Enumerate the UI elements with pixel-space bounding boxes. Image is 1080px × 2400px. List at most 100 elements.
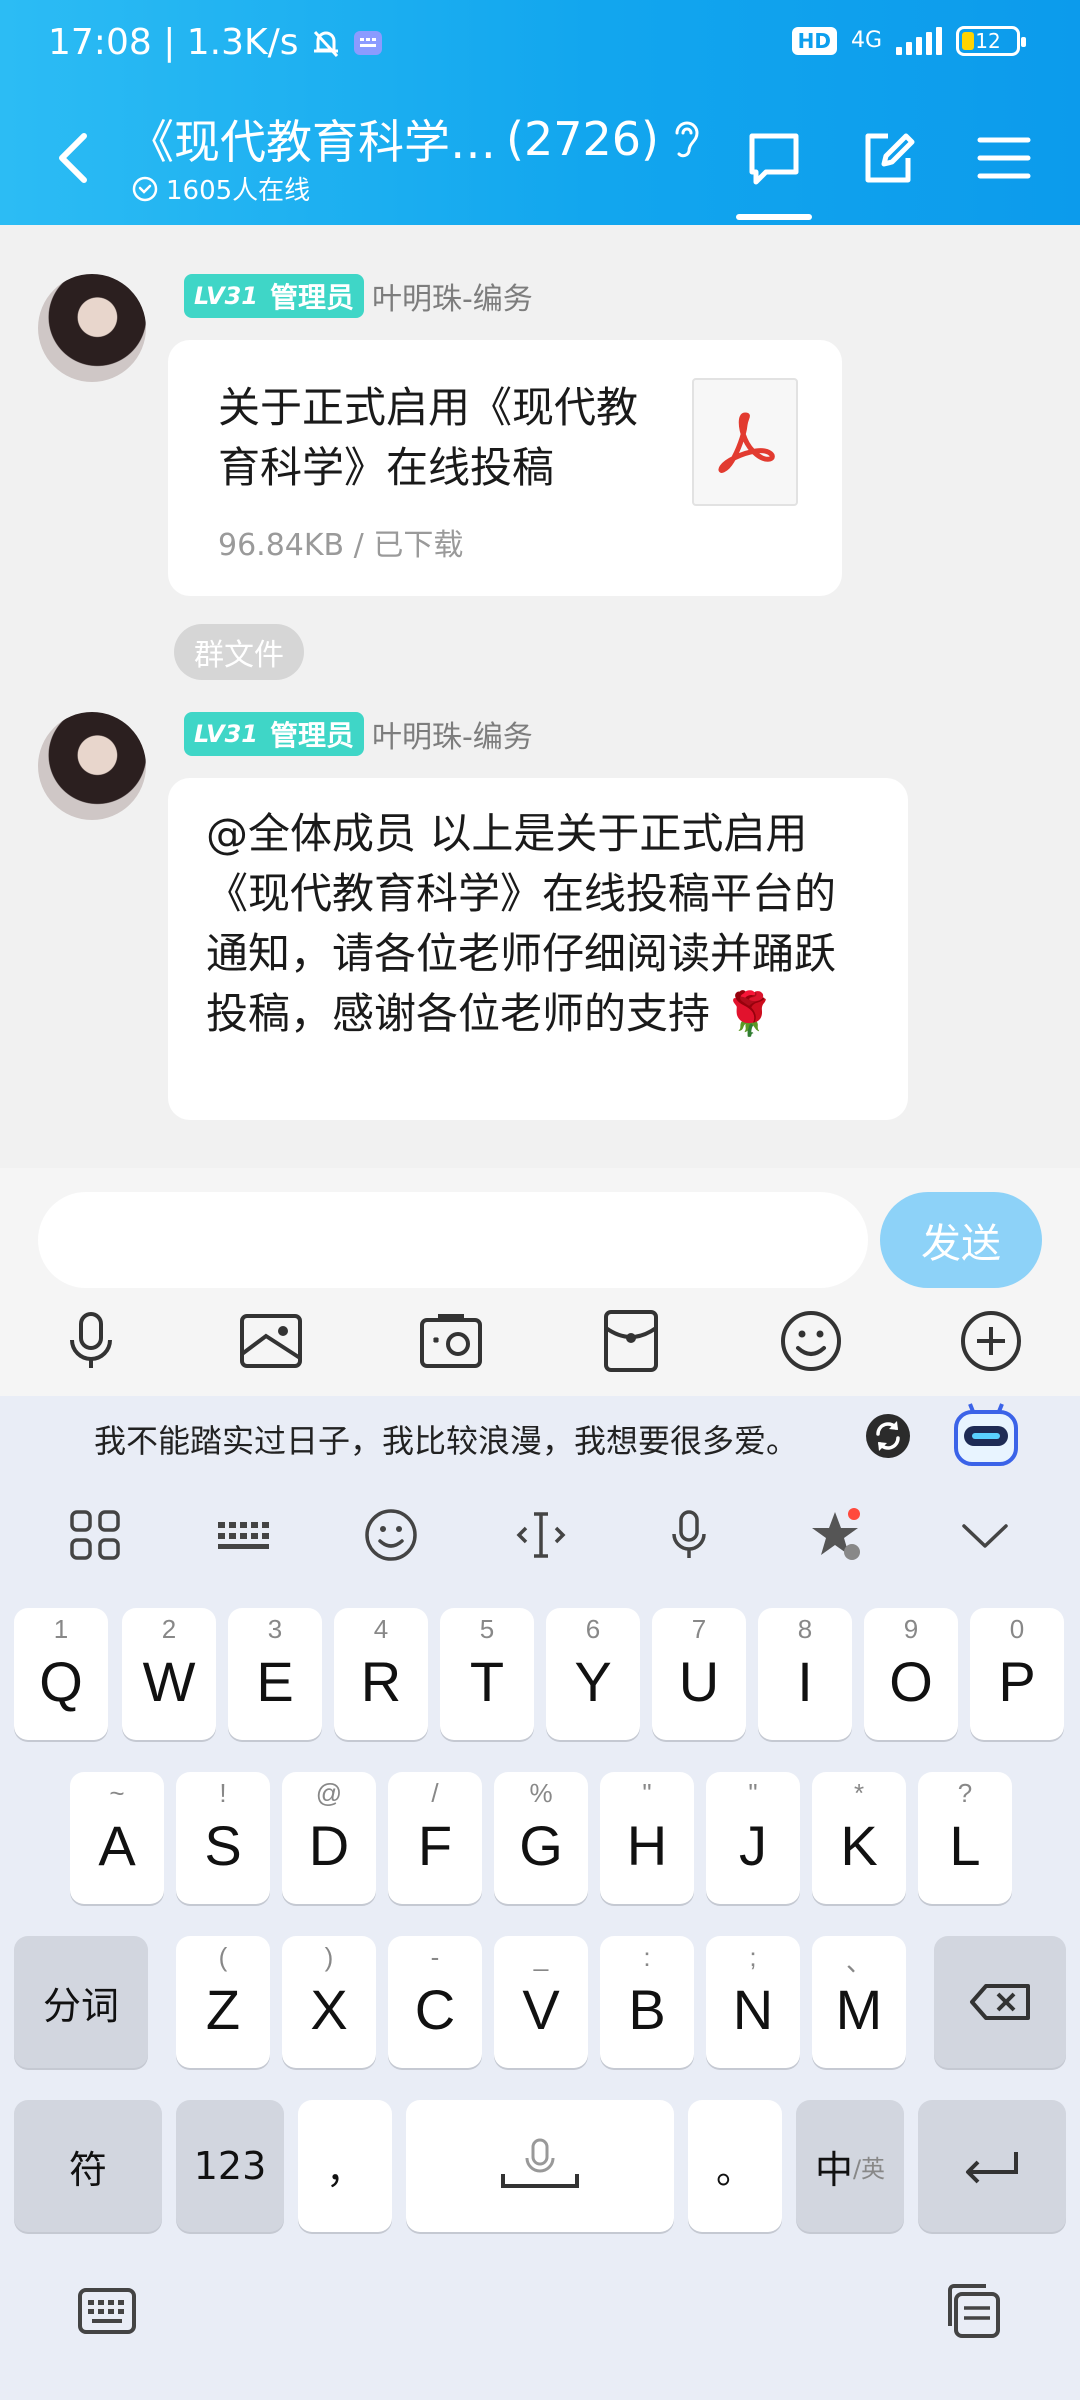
key-w[interactable]: 2W [122, 1608, 216, 1740]
key-k[interactable]: * K [812, 1772, 906, 1904]
voice-input-icon[interactable] [660, 1506, 718, 1564]
avatar[interactable] [38, 712, 146, 820]
active-tab-indicator [736, 214, 812, 220]
numbers-key[interactable]: 123 [176, 2100, 284, 2232]
key-n[interactable]: ; N [706, 1936, 800, 2068]
chat-header: 17:08 | 1.3K/s HD 4G 12 《现代教育科学… (2726) … [0, 0, 1080, 225]
key-i[interactable]: 8I [758, 1608, 852, 1740]
microphone-icon[interactable] [56, 1306, 126, 1376]
key-c[interactable]: -C [388, 1936, 482, 2068]
send-button[interactable]: 发送 [880, 1192, 1042, 1288]
enter-key[interactable] [918, 2100, 1066, 2232]
apps-grid-icon[interactable] [66, 1506, 124, 1564]
status-bar: 17:08 | 1.3K/s HD 4G 12 [0, 0, 1080, 90]
key-b[interactable]: :B [600, 1936, 694, 2068]
collapse-chevron-icon[interactable] [956, 1506, 1014, 1564]
chat-icon[interactable] [744, 128, 804, 188]
key-o[interactable]: 9O [864, 1608, 958, 1740]
star-ad-icon[interactable] [806, 1506, 864, 1564]
earpiece-icon [675, 121, 699, 158]
refresh-icon[interactable] [864, 1412, 912, 1460]
key-z[interactable]: (Z [176, 1936, 270, 2068]
space-mic-icon [501, 2138, 579, 2188]
online-status: 1605人在线 [132, 170, 310, 207]
key-s[interactable]: ! S [176, 1772, 270, 1904]
camera-icon[interactable] [416, 1306, 486, 1376]
level-label: LV31 [194, 720, 258, 748]
menu-icon[interactable] [974, 128, 1034, 188]
clipboard-icon[interactable] [942, 2280, 1004, 2342]
key-g[interactable]: % G [494, 1772, 588, 1904]
group-title[interactable]: 《现代教育科学… (2726) [128, 106, 705, 172]
message-sender: LV31 管理员 叶明珠-编务 [184, 274, 533, 318]
key-y[interactable]: 6Y [546, 1608, 640, 1740]
period-key[interactable]: 。 [688, 2100, 782, 2232]
lang-main: 中 [814, 2147, 853, 2192]
file-title: 关于正式启用《现代教育科学》在线投稿 [218, 383, 639, 492]
status-left: 17:08 | 1.3K/s [48, 22, 383, 63]
backspace-key[interactable] [934, 1936, 1066, 2068]
key-x[interactable]: ) X [282, 1936, 376, 2068]
message-input[interactable] [38, 1192, 868, 1288]
mute-bell-icon [313, 30, 338, 57]
sender-name[interactable]: 叶明珠-编务 [372, 712, 533, 756]
lang-sub: /英 [852, 2154, 886, 2183]
keyboard-suggestion[interactable]: 我不能踏实过日子，我比较浪漫，我想要很多爱。 [94, 1416, 798, 1462]
edit-icon[interactable] [858, 128, 918, 188]
keyboard-emoji-icon[interactable] [362, 1506, 420, 1564]
signal-icon [896, 27, 942, 55]
backspace-icon [970, 1984, 1030, 2020]
plus-icon[interactable] [956, 1306, 1026, 1376]
key-r[interactable]: 4R [334, 1608, 428, 1740]
key-u[interactable]: 7U [652, 1608, 746, 1740]
text-message-bubble[interactable]: @全体成员 以上是关于正式启用《现代教育科学》在线投稿平台的通知，请各位老师仔细… [168, 778, 908, 1120]
key-q[interactable]: 1Q [14, 1608, 108, 1740]
key-f[interactable]: / F [388, 1772, 482, 1904]
member-count: (2726) [506, 112, 659, 166]
comma-key[interactable]: ， [298, 2100, 392, 2232]
key-v[interactable]: _ V [494, 1936, 588, 2068]
back-icon[interactable] [52, 128, 96, 188]
input-area: 发送 [0, 1168, 1080, 1396]
acrobat-icon [718, 412, 775, 473]
pdf-file-icon [692, 378, 798, 506]
key-p[interactable]: 0P [970, 1608, 1064, 1740]
symbols-key[interactable]: 符 [14, 2100, 162, 2232]
space-key[interactable] [406, 2100, 674, 2232]
message-text: @全体成员 以上是关于正式启用《现代教育科学》在线投稿平台的通知，请各位老师仔细… [206, 804, 866, 1044]
app-notification-icon [353, 30, 382, 55]
key-l[interactable]: ? L [918, 1772, 1012, 1904]
enter-icon [966, 2152, 1018, 2184]
avatar[interactable] [38, 274, 146, 382]
hide-keyboard-icon[interactable] [76, 2280, 138, 2342]
ai-assistant-icon[interactable] [948, 1396, 1024, 1472]
emoji-icon[interactable] [776, 1306, 846, 1376]
rose-emoji: 🌹 [723, 989, 776, 1038]
key-a[interactable]: ~ A [70, 1772, 164, 1904]
key-h[interactable]: " H [600, 1772, 694, 1904]
role-label: 管理员 [269, 281, 354, 314]
role-badge: LV31 管理员 [184, 712, 364, 756]
image-icon[interactable] [236, 1306, 306, 1376]
keyboard-layout-icon[interactable] [214, 1506, 272, 1564]
group-file-tag[interactable]: 群文件 [174, 624, 304, 680]
key-j[interactable]: " J [706, 1772, 800, 1904]
key-m[interactable]: 、 M [812, 1936, 906, 2068]
role-badge: LV31 管理员 [184, 274, 364, 318]
segment-key[interactable]: 分词 [14, 1936, 148, 2068]
battery-icon: 12 [956, 26, 1026, 56]
key-e[interactable]: 3E [228, 1608, 322, 1740]
red-packet-icon[interactable] [596, 1306, 666, 1376]
keyboard: 我不能踏实过日子，我比较浪漫，我想要很多爱。 1 Q 2 W 3 E 4 R 5… [0, 1396, 1080, 2400]
group-name: 《现代教育科学… [128, 115, 496, 169]
key-t[interactable]: 5T [440, 1608, 534, 1740]
cursor-move-icon[interactable] [512, 1506, 570, 1564]
battery-level: 12 [975, 29, 1001, 53]
file-message-bubble[interactable]: 关于正式启用《现代教育科学》在线投稿 96.84KB / 已下载 [168, 340, 842, 596]
hd-badge: HD [791, 27, 837, 55]
key-d[interactable]: @ D [282, 1772, 376, 1904]
sender-name[interactable]: 叶明珠-编务 [372, 274, 533, 318]
language-switch-key[interactable]: 中/英 [796, 2100, 904, 2232]
level-label: LV31 [194, 282, 258, 310]
online-count: 1605人在线 [166, 176, 311, 206]
